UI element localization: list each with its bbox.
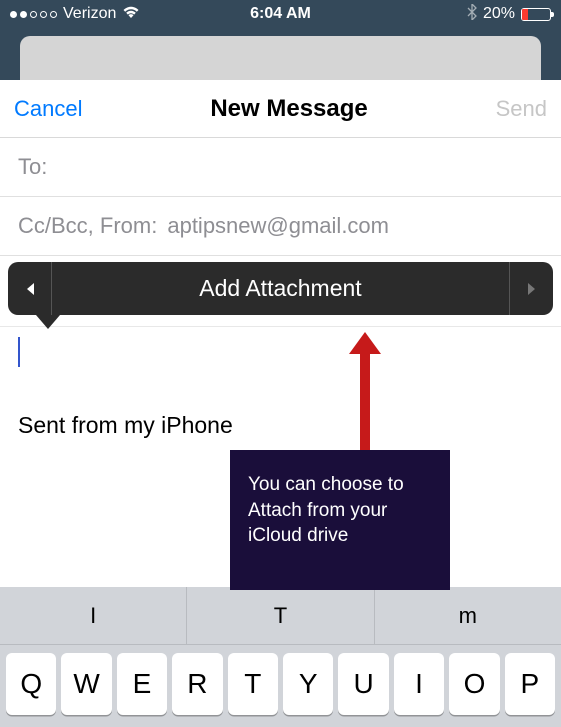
from-value: aptipsnew@gmail.com [167,213,389,239]
battery-pct: 20% [483,5,515,23]
bluetooth-icon [467,4,477,25]
wifi-icon [122,5,140,24]
cancel-button[interactable]: Cancel [14,96,82,122]
prediction-suggestion[interactable]: I [0,587,187,644]
annotation-callout: You can choose to Attach from your iClou… [230,450,450,590]
to-field[interactable]: To: [0,138,561,197]
annotation-arrow-icon [345,330,385,470]
prediction-suggestion[interactable]: T [187,587,374,644]
to-label: To: [18,154,47,180]
key[interactable]: I [394,653,444,715]
signal-dots-icon [10,11,57,18]
menu-prev-button[interactable] [8,262,52,315]
key-row: Q W E R T Y U I O P [0,645,561,727]
key[interactable]: R [172,653,222,715]
clock: 6:04 AM [190,5,370,23]
navbar: Cancel New Message Send [0,80,561,138]
prediction-bar: I T m [0,587,561,645]
key[interactable]: Q [6,653,56,715]
prediction-suggestion[interactable]: m [375,587,561,644]
keyboard: I T m Q W E R T Y U I O P [0,587,561,727]
ccbcc-label: Cc/Bcc, From: [18,213,157,239]
key[interactable]: E [117,653,167,715]
sheet-backdrop [20,36,541,80]
text-cursor [18,337,20,367]
menu-next-button[interactable] [509,262,553,315]
status-bar: Verizon 6:04 AM 20% [0,0,561,28]
key[interactable]: Y [283,653,333,715]
ccbcc-from-field[interactable]: Cc/Bcc, From: aptipsnew@gmail.com [0,197,561,256]
key[interactable]: T [228,653,278,715]
context-menu: Add Attachment [8,262,553,315]
annotation-text: You can choose to Attach from your iClou… [248,474,404,546]
signature-text: Sent from my iPhone [18,412,543,439]
page-title: New Message [210,95,367,123]
key[interactable]: O [449,653,499,715]
key[interactable]: P [505,653,555,715]
add-attachment-button[interactable]: Add Attachment [52,275,509,302]
send-button[interactable]: Send [496,96,547,122]
carrier-label: Verizon [63,5,116,23]
battery-icon [521,8,551,21]
key[interactable]: W [61,653,111,715]
message-body[interactable]: Sent from my iPhone [0,327,561,457]
key[interactable]: U [338,653,388,715]
